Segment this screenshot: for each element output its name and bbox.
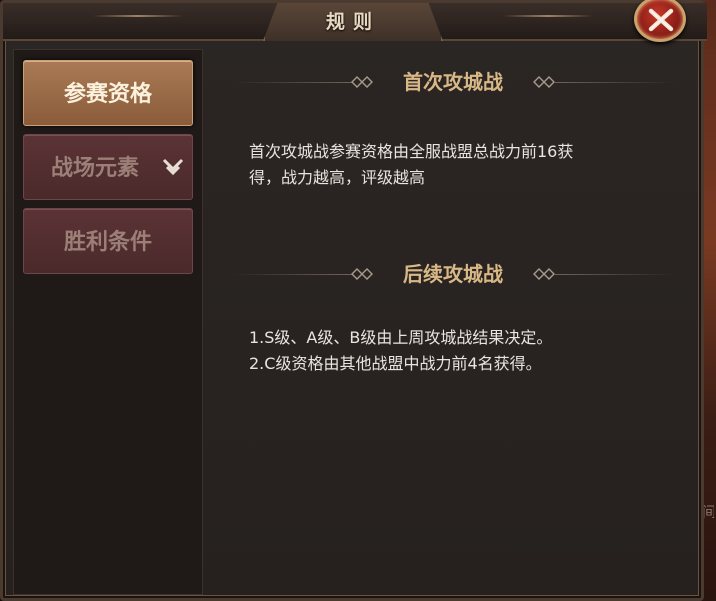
divider-line (555, 274, 675, 275)
rule-line: 1.S级、A级、B级由上周攻城战结果决定。 (249, 328, 553, 347)
diamond-ornament-icon (533, 76, 555, 88)
tab-label: 胜利条件 (63, 229, 152, 255)
rule-line: 首次攻城战参赛资格由全服战盟总战力前16获 (249, 142, 574, 161)
section-title: 后续攻城战 (403, 262, 503, 286)
diamond-ornament-icon (533, 268, 555, 280)
tab-entry-qualification[interactable]: 参赛资格 (23, 60, 193, 126)
tab-victory-conditions[interactable]: 胜利条件 (23, 208, 193, 274)
title-ornament-left (93, 15, 183, 17)
tab-label: 战场元素 (50, 155, 139, 181)
section-body-first-siege: 首次攻城战参赛资格由全服战盟总战力前16获 得，战力越高，评级越高 (249, 139, 679, 191)
close-icon (648, 8, 674, 32)
divider-line (233, 274, 353, 275)
rules-sidebar: 参赛资格 战场元素 胜利条件 (13, 49, 203, 595)
diamond-ornament-icon (351, 76, 373, 88)
section-heading-later-siege: 后续攻城战 (233, 259, 675, 289)
rules-dialog: 规则 参赛资格 战场元素 胜利条件 首次攻城战 首次攻城战参赛资格由全服战盟总战… (0, 0, 707, 601)
dialog-titlebar: 规则 (3, 3, 707, 41)
tab-label: 参赛资格 (63, 81, 152, 107)
dialog-title: 规则 (325, 11, 380, 33)
tab-battlefield-elements[interactable]: 战场元素 (23, 134, 193, 200)
rule-line: 2.C级资格由其他战盟中战力前4名获得。 (249, 354, 542, 373)
section-title: 首次攻城战 (403, 70, 503, 94)
title-ornament-right (503, 15, 593, 17)
diamond-ornament-icon (351, 268, 373, 280)
section-body-later-siege: 1.S级、A级、B级由上周攻城战结果决定。 2.C级资格由其他战盟中战力前4名获… (249, 325, 679, 377)
rules-content: 首次攻城战 首次攻城战参赛资格由全服战盟总战力前16获 得，战力越高，评级越高 … (213, 49, 697, 595)
divider-line (233, 82, 353, 83)
rule-line: 得，战力越高，评级越高 (249, 168, 426, 187)
divider-line (555, 82, 675, 83)
section-heading-first-siege: 首次攻城战 (233, 67, 675, 97)
chevron-down-icon (162, 158, 184, 176)
